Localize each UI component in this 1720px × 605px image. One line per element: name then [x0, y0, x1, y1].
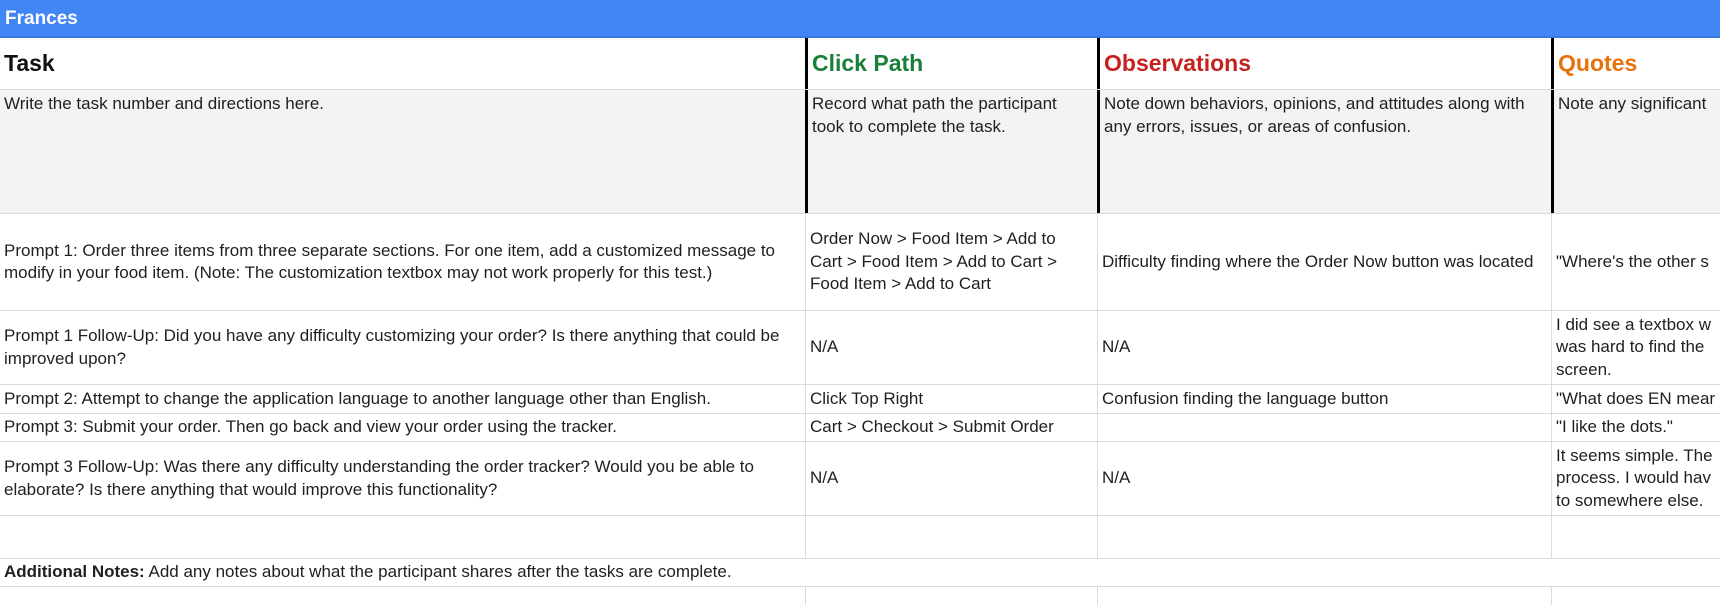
empty-cell[interactable]: [805, 516, 1095, 558]
observations-text: N/A: [1102, 468, 1131, 488]
quotes-text: "Where's the other s: [1556, 251, 1709, 271]
quotes-cell[interactable]: "I like the dots.": [1551, 414, 1720, 441]
observations-text: Confusion finding the language button: [1102, 388, 1389, 408]
quotes-line: screen.: [1556, 359, 1612, 379]
description-quotes[interactable]: Note any significant: [1551, 90, 1720, 213]
click-path-cell[interactable]: N/A: [805, 442, 1095, 515]
header-row: Task Click Path Observations Quotes: [0, 38, 1720, 90]
empty-cell[interactable]: [1097, 587, 1549, 605]
additional-notes-text: Add any notes about what the participant…: [144, 562, 732, 582]
task-cell[interactable]: Prompt 1: Order three items from three s…: [0, 214, 803, 310]
header-observations[interactable]: Observations: [1097, 38, 1549, 89]
task-cell[interactable]: Prompt 3 Follow-Up: Was there any diffic…: [0, 442, 803, 515]
empty-cell[interactable]: [0, 587, 803, 605]
description-task[interactable]: Write the task number and directions her…: [0, 90, 803, 213]
quotes-line: to somewhere else.: [1556, 490, 1704, 510]
observations-cell[interactable]: Confusion finding the language button: [1097, 385, 1549, 413]
quotes-cell[interactable]: "Where's the other s: [1551, 214, 1720, 310]
quotes-text: "I like the dots.": [1556, 417, 1673, 437]
observations-cell[interactable]: N/A: [1097, 311, 1549, 384]
table-row: Prompt 1: Order three items from three s…: [0, 214, 1720, 311]
click-path-text: Click Top Right: [810, 388, 924, 408]
description-row: Write the task number and directions her…: [0, 90, 1720, 214]
task-text: Prompt 3 Follow-Up: Was there any diffic…: [4, 457, 754, 499]
empty-cell[interactable]: [1551, 516, 1720, 558]
quotes-line: was hard to find the: [1556, 337, 1705, 357]
additional-notes-cell[interactable]: Additional Notes: Add any notes about wh…: [0, 559, 1720, 586]
empty-row: [0, 516, 1720, 559]
observations-text: Difficulty finding where the Order Now b…: [1102, 251, 1534, 271]
click-path-cell[interactable]: N/A: [805, 311, 1095, 384]
task-cell[interactable]: Prompt 2: Attempt to change the applicat…: [0, 385, 803, 413]
task-cell[interactable]: Prompt 1 Follow-Up: Did you have any dif…: [0, 311, 803, 384]
click-path-text: N/A: [810, 468, 839, 488]
sheet-banner-title: Frances: [0, 0, 1720, 38]
observations-text: N/A: [1102, 337, 1131, 357]
empty-cell[interactable]: [0, 516, 803, 558]
empty-cell[interactable]: [1097, 516, 1549, 558]
click-path-cell[interactable]: Cart > Checkout > Submit Order: [805, 414, 1095, 441]
quotes-cell[interactable]: It seems simple. The process. I would ha…: [1551, 442, 1720, 515]
table-row: Prompt 2: Attempt to change the applicat…: [0, 385, 1720, 414]
task-text: Prompt 3: Submit your order. Then go bac…: [4, 417, 617, 437]
empty-row: [0, 587, 1720, 605]
task-text: Prompt 1 Follow-Up: Did you have any dif…: [4, 326, 780, 368]
task-text: Prompt 2: Attempt to change the applicat…: [4, 388, 711, 408]
description-observations[interactable]: Note down behaviors, opinions, and attit…: [1097, 90, 1549, 213]
quotes-cell[interactable]: I did see a textbox w was hard to find t…: [1551, 311, 1720, 384]
observations-cell[interactable]: N/A: [1097, 442, 1549, 515]
additional-notes-row: Additional Notes: Add any notes about wh…: [0, 559, 1720, 587]
description-click-path[interactable]: Record what path the participant took to…: [805, 90, 1095, 213]
table-row: Prompt 3 Follow-Up: Was there any diffic…: [0, 442, 1720, 516]
task-text: Prompt 1: Order three items from three s…: [4, 240, 776, 283]
click-path-cell[interactable]: Order Now > Food Item > Add to Cart > Fo…: [805, 214, 1095, 310]
table-row: Prompt 1 Follow-Up: Did you have any dif…: [0, 311, 1720, 385]
click-path-text: Order Now > Food Item > Add to Cart > Fo…: [810, 229, 1058, 294]
header-quotes[interactable]: Quotes: [1551, 38, 1720, 89]
click-path-cell[interactable]: Click Top Right: [805, 385, 1095, 413]
quotes-line: process. I would hav: [1556, 468, 1711, 488]
quotes-line: I did see a textbox w: [1556, 314, 1711, 334]
header-task[interactable]: Task: [0, 38, 803, 89]
empty-cell[interactable]: [1551, 587, 1720, 605]
empty-cell[interactable]: [805, 587, 1095, 605]
table-row: Prompt 3: Submit your order. Then go bac…: [0, 414, 1720, 442]
observations-cell[interactable]: Difficulty finding where the Order Now b…: [1097, 214, 1549, 310]
click-path-text: N/A: [810, 337, 839, 357]
additional-notes-label: Additional Notes:: [4, 562, 145, 582]
observations-cell[interactable]: [1097, 414, 1549, 441]
click-path-text: Cart > Checkout > Submit Order: [810, 417, 1054, 437]
quotes-cell[interactable]: "What does EN mear: [1551, 385, 1720, 413]
header-click-path[interactable]: Click Path: [805, 38, 1095, 89]
quotes-text: "What does EN mear: [1556, 388, 1716, 408]
task-cell[interactable]: Prompt 3: Submit your order. Then go bac…: [0, 414, 803, 441]
quotes-line: It seems simple. The: [1556, 445, 1713, 465]
